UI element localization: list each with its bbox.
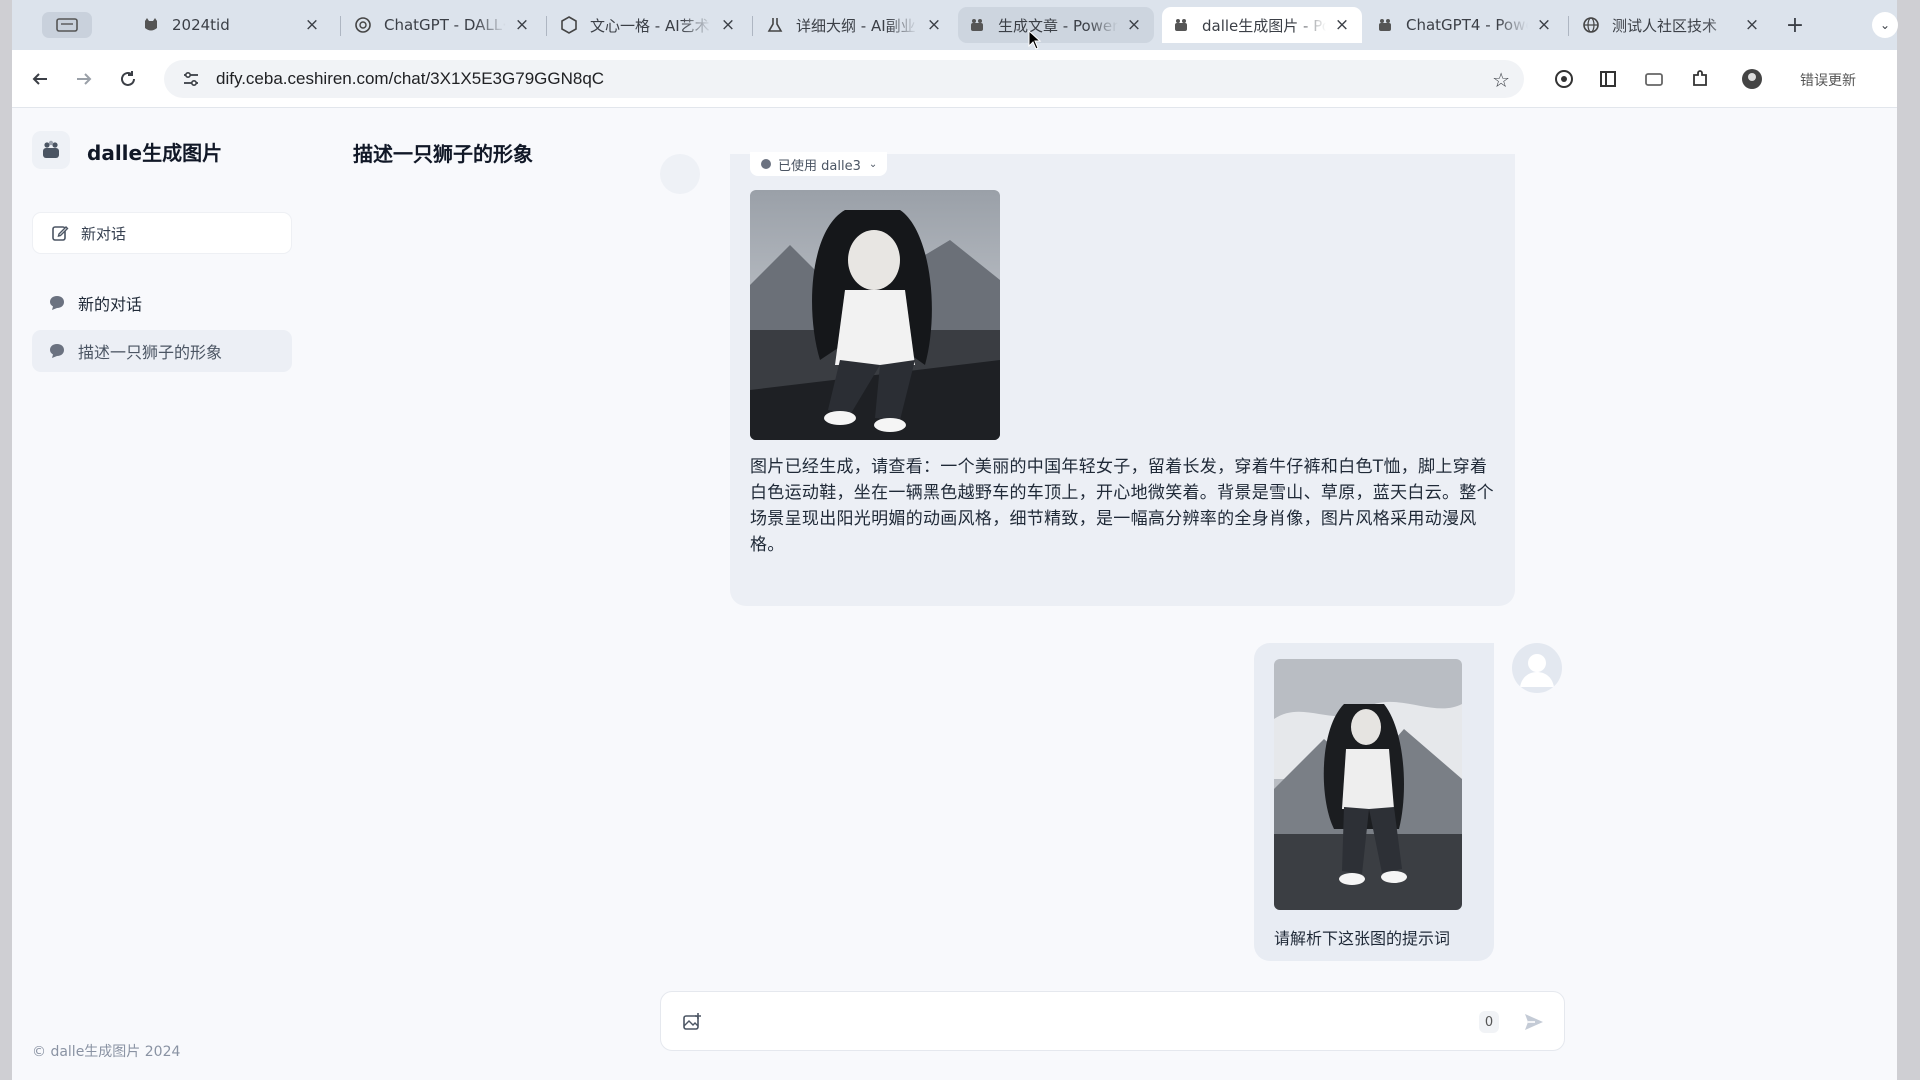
uploaded-image[interactable] xyxy=(1274,659,1462,910)
user-message: 请解析下这张图的提示词 xyxy=(1254,643,1494,961)
tab-label: 2024tid xyxy=(172,16,230,34)
image-upload-icon xyxy=(683,1013,701,1030)
tab-separator xyxy=(1568,16,1569,36)
tab-dalle-active[interactable]: dalle生成图片 - Powered × xyxy=(1162,7,1362,43)
url-text: dify.ceba.ceshiren.com/chat/3X1X5E3G79GG… xyxy=(216,69,605,88)
tab-chatgpt4[interactable]: ChatGPT4 - Powered × xyxy=(1366,7,1564,43)
tab-label: 生成文章 - Powered xyxy=(998,16,1118,35)
update-label[interactable]: 错误更新 xyxy=(1800,70,1856,90)
browser-window: 2024tid × ChatGPT - DALL·E × 文心一格 - AI艺术… xyxy=(12,0,1898,1080)
conversation-item[interactable]: 新的对话 xyxy=(32,282,292,324)
browser-toolbar: dify.ceba.ceshiren.com/chat/3X1X5E3G79GG… xyxy=(12,50,1897,108)
edit-icon xyxy=(51,224,69,242)
chevron-down-icon: ⌄ xyxy=(868,158,878,170)
tab-separator xyxy=(752,16,753,36)
mouse-cursor-icon xyxy=(1028,30,1042,50)
tab-search-pinned[interactable] xyxy=(42,12,92,38)
tab-outline[interactable]: 详细大纲 - AI副业 × xyxy=(756,7,954,43)
tool-icon xyxy=(760,158,772,170)
extension-icon[interactable] xyxy=(1642,67,1666,91)
upload-image-button[interactable] xyxy=(679,1009,705,1035)
tab-generate-article[interactable]: 生成文章 - Powered × xyxy=(958,7,1154,43)
app-logo-icon xyxy=(968,16,986,34)
hexagon-icon xyxy=(560,16,578,34)
forward-button[interactable] xyxy=(70,65,98,93)
window-icon xyxy=(56,18,78,32)
user-message-text: 请解析下这张图的提示词 xyxy=(1274,929,1451,948)
bot-avatar xyxy=(660,154,700,194)
user-icon xyxy=(1520,654,1554,687)
close-icon[interactable]: × xyxy=(512,15,532,35)
tab-wenxin[interactable]: 文心一格 - AI艺术 × xyxy=(550,7,748,43)
tab-label: ChatGPT4 - Powered xyxy=(1406,16,1528,34)
user-avatar xyxy=(1512,643,1562,693)
globe-icon xyxy=(1582,16,1600,34)
chat-title: 描述一只狮子的形象 xyxy=(353,142,533,166)
flask-icon xyxy=(766,16,784,34)
puzzle-icon[interactable] xyxy=(1688,67,1712,91)
tab-label: dalle生成图片 - Powered xyxy=(1202,16,1326,35)
tab-label: ChatGPT - DALL·E xyxy=(384,16,506,34)
char-counter: 0 xyxy=(1479,1011,1499,1033)
extension-icon[interactable] xyxy=(1596,67,1620,91)
sidebar-footer: © dalle生成图片 2024 xyxy=(32,1044,181,1060)
tab-label: 测试人社区技术 xyxy=(1612,16,1718,35)
cat-icon xyxy=(142,16,160,34)
bookmark-star-icon[interactable]: ☆ xyxy=(1492,68,1510,92)
new-chat-button[interactable]: 新对话 xyxy=(32,212,292,254)
tab-label: 详细大纲 - AI副业 xyxy=(796,16,916,35)
chat-bubble-icon xyxy=(48,294,66,312)
new-chat-label: 新对话 xyxy=(81,224,127,243)
generated-image[interactable] xyxy=(750,190,1000,440)
profile-icon[interactable] xyxy=(1740,67,1764,91)
send-button[interactable] xyxy=(1520,1008,1548,1036)
conversation-item-active[interactable]: 描述一只狮子的形象 xyxy=(32,330,292,372)
tab-separator xyxy=(546,16,547,36)
message-input[interactable] xyxy=(719,1002,1419,1042)
tab-strip: 2024tid × ChatGPT - DALL·E × 文心一格 - AI艺术… xyxy=(12,0,1898,50)
close-icon[interactable]: × xyxy=(1742,15,1762,35)
site-info-icon[interactable] xyxy=(180,68,202,90)
close-icon[interactable]: × xyxy=(718,15,738,35)
app-logo-icon xyxy=(43,140,59,158)
reload-icon xyxy=(121,71,135,86)
tab-label: 文心一格 - AI艺术 xyxy=(590,16,710,35)
conversation-label: 新的对话 xyxy=(78,295,143,314)
close-icon[interactable]: × xyxy=(1534,15,1554,35)
tool-used-chip[interactable]: 已使用 dalle3 ⌄ xyxy=(750,152,888,176)
bot-message-text: 图片已经生成，请查看：一个美丽的中国年轻女子，留着长发，穿着牛仔裤和白色T恤，脚… xyxy=(750,457,1494,555)
close-icon[interactable]: × xyxy=(1332,15,1352,35)
app-logo-icon xyxy=(1376,16,1394,34)
close-icon[interactable]: × xyxy=(1124,15,1144,35)
tab-list-button[interactable]: ⌄ xyxy=(1872,12,1898,38)
tool-used-label: 已使用 dalle3 xyxy=(778,158,861,174)
conversation-label: 描述一只狮子的形象 xyxy=(78,343,223,362)
extension-icon[interactable] xyxy=(1552,67,1576,91)
tab-ceshiren[interactable]: 测试人社区技术 × xyxy=(1572,7,1772,43)
app-page: dalle生成图片 新对话 新的对话 描述一只狮子的形象 © dalle生成图片… xyxy=(12,108,1897,1080)
chat-bubble-icon xyxy=(48,342,66,360)
chevron-down-icon: ⌄ xyxy=(1879,18,1891,32)
close-icon[interactable]: × xyxy=(302,15,322,35)
close-icon[interactable]: × xyxy=(924,15,944,35)
app-logo xyxy=(32,131,70,169)
send-icon xyxy=(1525,1014,1543,1030)
bot-message: 已使用 dalle3 ⌄ 图片已经生成，请查看：一个美丽的中国年轻女子，留着长发… xyxy=(730,152,1515,606)
new-tab-button[interactable]: + xyxy=(1780,10,1810,40)
reload-button[interactable] xyxy=(114,65,142,93)
openai-icon xyxy=(354,16,372,34)
tab-separator xyxy=(340,16,341,36)
tab-2024tid[interactable]: 2024tid × xyxy=(132,7,332,43)
app-name: dalle生成图片 xyxy=(87,141,223,165)
sidebar: dalle生成图片 新对话 新的对话 描述一只狮子的形象 © dalle生成图片… xyxy=(12,108,317,1080)
arrow-left-icon xyxy=(32,73,47,85)
message-composer: 0 xyxy=(660,991,1565,1051)
back-button[interactable] xyxy=(26,65,54,93)
app-logo-icon xyxy=(1172,16,1190,34)
arrow-right-icon xyxy=(77,73,92,85)
address-bar[interactable]: dify.ceba.ceshiren.com/chat/3X1X5E3G79GG… xyxy=(164,60,1524,98)
tab-chatgpt-dalle[interactable]: ChatGPT - DALL·E × xyxy=(344,7,542,43)
